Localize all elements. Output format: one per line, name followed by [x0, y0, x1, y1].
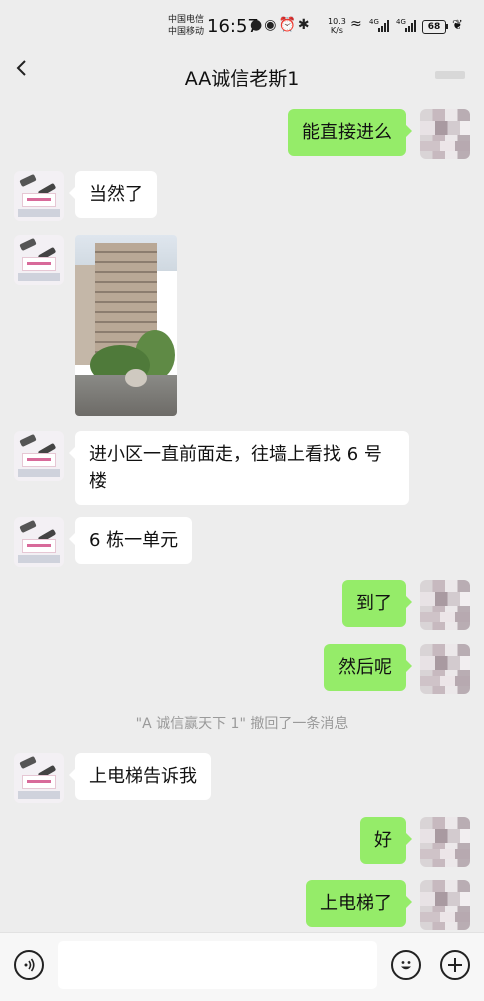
chat-title: AA诚信老斯1 — [184, 68, 300, 90]
self-avatar[interactable] — [420, 109, 470, 159]
message-bubble[interactable]: 到了 — [342, 580, 412, 627]
message-bubble[interactable]: 当然了 — [69, 171, 157, 218]
recall-notice: "A 诚信赢天下 1" 撤回了一条消息 — [135, 716, 349, 732]
alarm-icon: ⏰ — [278, 17, 298, 33]
self-avatar[interactable] — [420, 580, 470, 630]
message-text: 然后呢 — [338, 657, 392, 678]
carrier-2: 中国移动 — [168, 27, 205, 37]
message-text: 到了 — [356, 593, 392, 614]
message-bubble[interactable]: 能直接进么 — [288, 109, 412, 156]
status-bar: 中国电信 中国移动 16:57 ●◉⏰✱ 10.3 K/s ≈ 4G 4G 68… — [0, 0, 484, 50]
signal-icon — [378, 20, 389, 32]
more-options-button[interactable] — [435, 71, 465, 79]
smile-face-icon — [401, 961, 411, 970]
message-bubble[interactable]: 6 栋一单元 — [68, 517, 193, 564]
message-text: 当然了 — [89, 184, 143, 205]
message-bubble[interactable]: 进小区一直前面走，往墙上看找 6 号楼 — [69, 431, 409, 505]
message-text: 好 — [374, 830, 392, 851]
contact-avatar[interactable] — [14, 171, 64, 221]
wifi-icon: ≈ — [350, 16, 362, 32]
battery-icon: 68 — [422, 20, 446, 34]
battery-tip — [446, 24, 448, 29]
net-speed-value: 10.3 — [328, 17, 346, 26]
message-text: 上电梯了 — [320, 893, 392, 914]
self-avatar[interactable] — [420, 817, 470, 867]
image-message[interactable] — [75, 235, 177, 416]
contact-avatar[interactable] — [14, 753, 64, 803]
message-bubble[interactable]: 好 — [360, 817, 412, 864]
voice-icon[interactable] — [14, 950, 44, 980]
contact-avatar[interactable] — [14, 517, 64, 567]
bluetooth-icon: ✱ — [297, 17, 312, 33]
contact-avatar[interactable] — [14, 431, 64, 481]
carrier-labels: 中国电信 中国移动 — [168, 14, 204, 38]
carrier-1: 中国电信 — [168, 15, 205, 25]
leaf-icon: ❦ — [452, 18, 463, 33]
status-icons: ●◉⏰✱ — [250, 17, 312, 33]
plus-icon[interactable] — [440, 950, 470, 980]
message-text: 6 栋一单元 — [89, 530, 179, 551]
net-speed-unit: K/s — [330, 26, 343, 35]
self-avatar[interactable] — [420, 880, 470, 930]
message-text: 能直接进么 — [302, 122, 392, 143]
message-text: 上电梯告诉我 — [89, 766, 197, 787]
voice-wave-icon — [24, 958, 35, 972]
message-text: 进小区一直前面走，往墙上看找 6 号楼 — [89, 444, 382, 492]
message-icon: ● — [250, 17, 265, 33]
plus-sign-icon — [448, 958, 462, 972]
message-input[interactable] — [58, 941, 377, 989]
message-bubble[interactable]: 上电梯了 — [306, 880, 412, 927]
self-avatar[interactable] — [420, 644, 470, 694]
net-speed: 10.3 K/s — [328, 17, 346, 35]
emoji-icon[interactable] — [391, 950, 421, 980]
eye-icon: ◉ — [264, 17, 279, 33]
message-bubble[interactable]: 然后呢 — [324, 644, 412, 691]
message-bubble[interactable]: 上电梯告诉我 — [69, 753, 211, 800]
contact-avatar[interactable] — [14, 235, 64, 285]
signal-icon — [405, 20, 416, 32]
